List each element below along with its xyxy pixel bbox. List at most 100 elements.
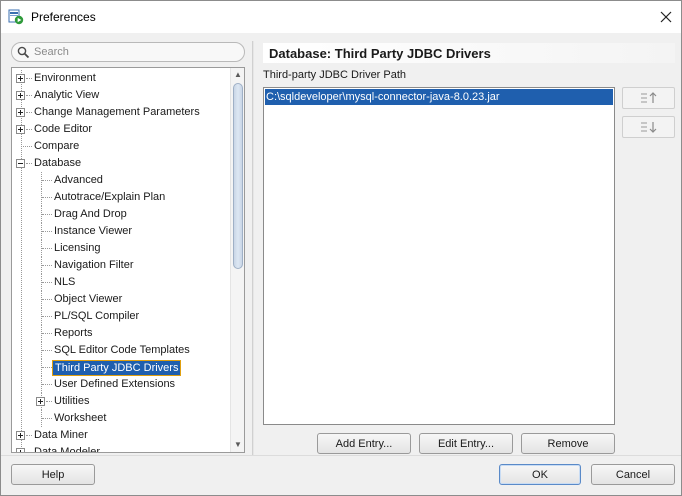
driver-path-item[interactable]: C:\sqldeveloper\mysql-connector-java-8.0…	[265, 89, 613, 105]
expand-icon[interactable]	[16, 108, 25, 117]
tree-item[interactable]: Data Miner	[12, 427, 230, 444]
move-up-button[interactable]	[622, 87, 675, 109]
tree-connector	[42, 248, 52, 249]
driver-path-list[interactable]: C:\sqldeveloper\mysql-connector-java-8.0…	[263, 87, 615, 425]
tree-item-label: Object Viewer	[54, 293, 123, 305]
tree-item-label: Data Miner	[34, 429, 88, 441]
expand-icon[interactable]	[16, 91, 25, 100]
tree-item[interactable]: Environment	[12, 70, 230, 87]
tree-connector	[42, 316, 52, 317]
tree-item[interactable]: PL/SQL Compiler	[12, 308, 230, 325]
tree-item-label: Worksheet	[54, 412, 107, 424]
search-input[interactable]	[34, 44, 239, 60]
tree-item-label: Instance Viewer	[54, 225, 133, 237]
tree-connector	[21, 146, 32, 147]
tree-item[interactable]: Navigation Filter	[12, 257, 230, 274]
tree-item[interactable]: Instance Viewer	[12, 223, 230, 240]
tree-item-label: Database	[34, 157, 82, 169]
collapse-icon[interactable]	[16, 159, 25, 168]
tree-item[interactable]: SQL Editor Code Templates	[12, 342, 230, 359]
tree-item-label: Licensing	[54, 242, 101, 254]
tree-connector	[42, 180, 52, 181]
tree-item[interactable]: Utilities	[12, 393, 230, 410]
panel-title: Database: Third Party JDBC Drivers	[269, 46, 491, 61]
title-bar: Preferences	[1, 1, 681, 33]
tree-item[interactable]: Object Viewer	[12, 291, 230, 308]
tree-item-label: User Defined Extensions	[54, 378, 176, 390]
panel-header: Database: Third Party JDBC Drivers	[263, 43, 675, 63]
tree-item-label: Environment	[34, 72, 96, 84]
move-down-icon	[640, 122, 656, 133]
scroll-down-arrow-icon[interactable]: ▼	[234, 441, 242, 449]
tree-connector	[42, 265, 52, 266]
scroll-up-arrow-icon[interactable]: ▲	[234, 71, 242, 79]
tree-item[interactable]: Code Editor	[12, 121, 230, 138]
expand-icon[interactable]	[16, 74, 25, 83]
tree-item[interactable]: Compare	[12, 138, 230, 155]
remove-button[interactable]: Remove	[521, 433, 615, 454]
tree-item[interactable]: NLS	[12, 274, 230, 291]
sqldeveloper-app-icon	[8, 9, 24, 25]
tree-item[interactable]: Autotrace/Explain Plan	[12, 189, 230, 206]
window-title: Preferences	[31, 10, 96, 24]
tree-connector	[42, 214, 52, 215]
tree-scrollbar[interactable]: ▲ ▼	[230, 68, 244, 452]
tree-connector	[42, 299, 52, 300]
tree-item-label: PL/SQL Compiler	[54, 310, 140, 322]
driver-path-label: Third-party JDBC Driver Path	[263, 69, 407, 81]
close-button[interactable]	[651, 1, 681, 33]
preferences-dialog: Preferences Environment Analytic View Chan…	[0, 0, 682, 496]
tree-item-label: Autotrace/Explain Plan	[54, 191, 166, 203]
tree-item-label: Data Modeler	[34, 446, 101, 453]
tree-item-label: Drag And Drop	[54, 208, 127, 220]
tree-item[interactable]: Third Party JDBC Drivers	[12, 359, 230, 376]
tree-item[interactable]: Drag And Drop	[12, 206, 230, 223]
expand-icon[interactable]	[36, 397, 45, 406]
tree-connector	[42, 197, 52, 198]
tree-connector	[42, 350, 52, 351]
tree-connector	[42, 231, 52, 232]
add-entry-button[interactable]: Add Entry...	[317, 433, 411, 454]
preferences-tree: Environment Analytic View Change Managemen…	[11, 67, 245, 453]
tree-item-label: Navigation Filter	[54, 259, 134, 271]
tree-item[interactable]: Worksheet	[12, 410, 230, 427]
edit-entry-button[interactable]: Edit Entry...	[419, 433, 513, 454]
tree-item[interactable]: Data Modeler	[12, 444, 230, 453]
move-down-button[interactable]	[622, 116, 675, 138]
tree-connector	[42, 384, 52, 385]
move-up-icon	[640, 92, 656, 103]
tree-item-label: Code Editor	[34, 123, 93, 135]
search-box[interactable]	[11, 42, 245, 62]
expand-icon[interactable]	[16, 125, 25, 134]
tree-item-label: Change Management Parameters	[34, 106, 200, 118]
dialog-content: Environment Analytic View Change Managemen…	[1, 33, 681, 495]
tree-connector	[42, 367, 52, 368]
tree-item-label: NLS	[54, 276, 76, 288]
bottom-separator	[1, 455, 681, 456]
expand-icon[interactable]	[16, 431, 25, 440]
scrollbar-thumb[interactable]	[233, 83, 243, 269]
tree-connector	[26, 452, 32, 453]
panel-divider[interactable]	[252, 41, 254, 455]
tree-item-label: Utilities	[54, 395, 90, 407]
search-icon	[17, 46, 30, 59]
tree-item[interactable]: Analytic View	[12, 87, 230, 104]
tree-item[interactable]: Advanced	[12, 172, 230, 189]
cancel-button[interactable]: Cancel	[591, 464, 675, 485]
tree-connector	[42, 418, 52, 419]
expand-icon[interactable]	[16, 448, 25, 452]
tree-item[interactable]: Licensing	[12, 240, 230, 257]
tree-item[interactable]: Change Management Parameters	[12, 104, 230, 121]
tree-item-label: SQL Editor Code Templates	[54, 344, 190, 356]
tree-item-label: Reports	[54, 327, 93, 339]
tree-item[interactable]: Reports	[12, 325, 230, 342]
tree-item[interactable]: User Defined Extensions	[12, 376, 230, 393]
tree-item-label: Third Party JDBC Drivers	[52, 360, 182, 376]
tree-item-label: Advanced	[54, 174, 103, 186]
close-icon	[660, 11, 672, 23]
tree-item[interactable]: Database	[12, 155, 230, 172]
ok-button[interactable]: OK	[499, 464, 581, 485]
tree-connector	[42, 333, 52, 334]
help-button[interactable]: Help	[11, 464, 95, 485]
tree-connector	[42, 282, 52, 283]
